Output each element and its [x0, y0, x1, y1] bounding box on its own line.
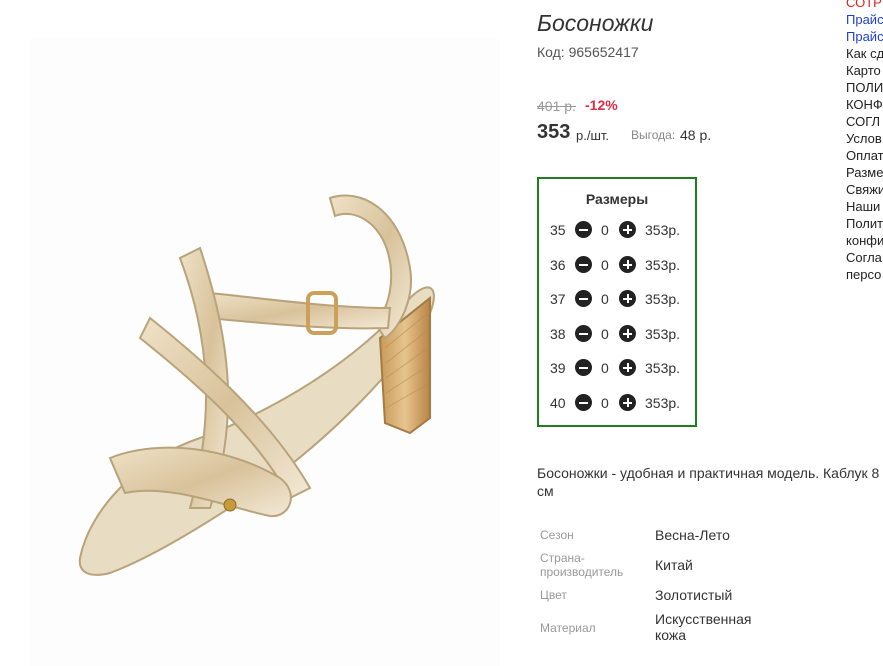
product-description: Босоножки - удобная и практичная модель.… — [537, 465, 880, 499]
property-value: Весна-Лето — [655, 527, 730, 543]
plus-circle-icon[interactable] — [619, 290, 636, 307]
minus-circle-icon[interactable] — [575, 394, 592, 411]
side-link[interactable]: конфи — [846, 232, 883, 249]
size-row: 40 0 353р. — [539, 393, 695, 413]
side-link[interactable]: СОГЛ — [846, 113, 883, 130]
sizes-box: Размеры 35 0 353р. 36 0 353р. 37 0 353р.… — [537, 177, 697, 427]
size-qty: 0 — [601, 360, 609, 376]
old-price: 401 р. — [537, 98, 576, 114]
side-link[interactable]: Услов — [846, 130, 883, 147]
minus-circle-icon[interactable] — [575, 256, 592, 273]
property-label: Сезон — [540, 528, 574, 542]
side-link[interactable]: ПОЛИ — [846, 79, 883, 96]
product-title: Босоножки — [537, 10, 654, 36]
side-link[interactable]: Полит — [846, 215, 883, 232]
plus-circle-icon[interactable] — [619, 221, 636, 238]
size-price: 353р. — [645, 257, 681, 273]
sizes-title: Размеры — [585, 191, 649, 207]
minus-circle-icon[interactable] — [575, 221, 592, 238]
plus-circle-icon[interactable] — [619, 325, 636, 342]
side-link[interactable]: Как сд — [846, 45, 883, 62]
side-link[interactable]: Свяжи — [846, 181, 883, 198]
size-price: 353р. — [645, 326, 681, 342]
size-row: 36 0 353р. — [539, 255, 695, 275]
side-link[interactable]: СОТР — [846, 0, 883, 11]
size-row: 37 0 353р. — [539, 289, 695, 309]
minus-circle-icon[interactable] — [575, 359, 592, 376]
size-qty: 0 — [601, 257, 609, 273]
plus-circle-icon[interactable] — [619, 359, 636, 376]
size-value: 38 — [550, 326, 566, 342]
plus-circle-icon[interactable] — [619, 394, 636, 411]
side-link[interactable]: Разме — [846, 164, 883, 181]
size-value: 35 — [550, 222, 566, 238]
price-unit: р./шт. — [576, 128, 610, 143]
side-link[interactable]: Наши — [846, 198, 883, 215]
property-value: Искусственная кожа — [655, 611, 752, 643]
size-qty: 0 — [601, 291, 609, 307]
property-value: Золотистый — [655, 587, 733, 603]
side-links: СОТР Прайс Прайс Как сд Карто ПОЛИ КОНФ … — [846, 0, 883, 283]
size-value: 40 — [550, 395, 566, 411]
side-link[interactable]: КОНФ — [846, 96, 883, 113]
side-link[interactable]: Карто — [846, 62, 883, 79]
size-value: 39 — [550, 360, 566, 376]
size-qty: 0 — [601, 395, 609, 411]
size-row: 39 0 353р. — [539, 358, 695, 378]
current-price: 353 — [537, 121, 571, 143]
size-row: 38 0 353р. — [539, 324, 695, 344]
size-price: 353р. — [645, 395, 681, 411]
side-link[interactable]: персо — [846, 266, 883, 283]
size-row: 35 0 353р. — [539, 220, 695, 240]
property-label: Материал — [540, 621, 596, 635]
sandal-image — [78, 194, 435, 576]
side-link[interactable]: Оплат — [846, 147, 883, 164]
size-value: 37 — [550, 291, 566, 307]
property-value: Китай — [655, 557, 693, 573]
product-code-value: 965652417 — [568, 44, 639, 60]
minus-circle-icon[interactable] — [575, 290, 592, 307]
benefit-label: Выгода: — [631, 128, 676, 142]
side-link[interactable]: Согла — [846, 249, 883, 266]
size-qty: 0 — [601, 326, 609, 342]
product-image[interactable] — [30, 38, 500, 666]
size-price: 353р. — [645, 222, 681, 238]
size-price: 353р. — [645, 291, 681, 307]
side-link[interactable]: Прайс — [846, 28, 883, 45]
property-label: Страна-производитель — [540, 551, 624, 579]
size-price: 353р. — [645, 360, 681, 376]
benefit-value: 48 р. — [680, 127, 712, 143]
side-link[interactable]: Прайс — [846, 11, 883, 28]
minus-circle-icon[interactable] — [575, 325, 592, 342]
size-value: 36 — [550, 257, 566, 273]
product-code: Код: 965652417 — [537, 44, 639, 60]
discount-badge: -12% — [585, 97, 618, 113]
plus-circle-icon[interactable] — [619, 256, 636, 273]
size-qty: 0 — [601, 222, 609, 238]
property-label: Цвет — [540, 588, 567, 602]
product-code-label: Код: — [537, 44, 565, 60]
